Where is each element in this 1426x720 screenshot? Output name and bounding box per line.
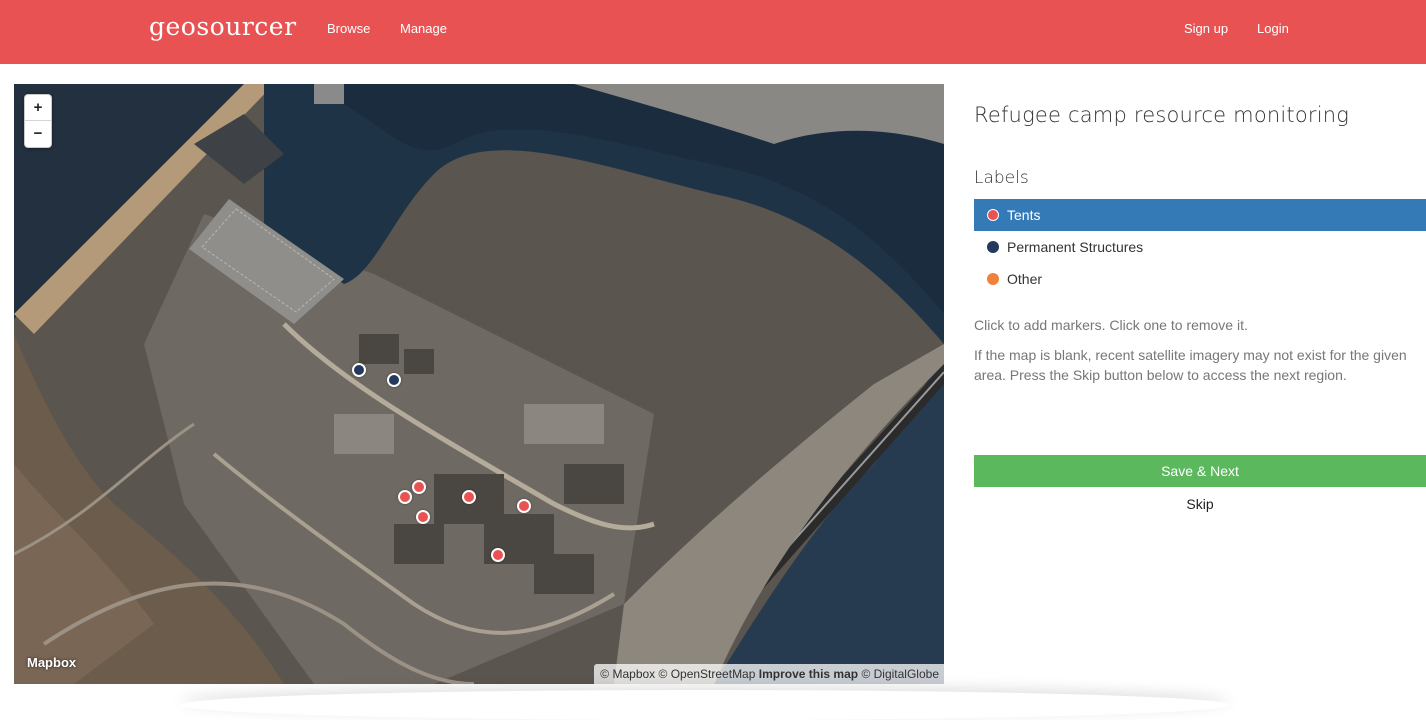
tent-marker[interactable] [412, 480, 426, 494]
tent-marker[interactable] [398, 490, 412, 504]
satellite-map[interactable]: + − Mapbox © Mapbox © OpenStreetMap Impr… [14, 84, 944, 684]
zoom-controls: + − [24, 94, 52, 148]
help-text-markers: Click to add markers. Click one to remov… [974, 317, 1248, 333]
top-navbar: geosourcer Browse Manage Sign up Login [0, 0, 1426, 64]
page-bottom-shadow [180, 690, 1230, 720]
label-option-permanent-structures[interactable]: Permanent Structures [974, 231, 1426, 263]
zoom-out-button[interactable]: − [25, 121, 51, 147]
labels-heading: Labels [974, 168, 1029, 188]
tents-color-dot [987, 209, 999, 221]
nav-login-link[interactable]: Login [1257, 21, 1289, 36]
zoom-in-button[interactable]: + [25, 95, 51, 121]
nav-signup-link[interactable]: Sign up [1184, 21, 1228, 36]
help-text-blank-map: If the map is blank, recent satellite im… [974, 347, 1407, 383]
skip-button[interactable]: Skip [974, 490, 1426, 518]
label-option-text: Permanent Structures [1007, 239, 1144, 255]
improve-map-link[interactable]: Improve this map [759, 667, 858, 681]
attribution-mapbox[interactable]: © Mapbox [600, 667, 655, 681]
label-option-tents[interactable]: Tents [974, 199, 1426, 231]
label-option-other[interactable]: Other [974, 263, 1426, 295]
nav-manage-link[interactable]: Manage [400, 21, 447, 36]
structure-marker[interactable] [387, 373, 401, 387]
nav-browse-link[interactable]: Browse [327, 21, 370, 36]
tent-marker[interactable] [462, 490, 476, 504]
attribution-osm[interactable]: © OpenStreetMap [659, 667, 756, 681]
label-option-text: Other [1007, 271, 1043, 287]
tent-marker[interactable] [517, 499, 531, 513]
page-title: Refugee camp resource monitoring [974, 103, 1350, 127]
mapbox-logo[interactable]: Mapbox [27, 655, 76, 670]
tent-marker[interactable] [416, 510, 430, 524]
other-color-dot [987, 273, 999, 285]
attribution-digitalglobe[interactable]: © DigitalGlobe [861, 667, 939, 681]
label-option-text: Tents [1007, 207, 1041, 223]
tent-marker[interactable] [491, 548, 505, 562]
satellite-imagery [14, 84, 944, 684]
structure-marker[interactable] [352, 363, 366, 377]
save-next-button[interactable]: Save & Next [974, 455, 1426, 487]
map-attribution: © Mapbox © OpenStreetMap Improve this ma… [594, 664, 944, 684]
label-list: Tents Permanent Structures Other [974, 199, 1426, 295]
brand-logo[interactable]: geosourcer [149, 12, 297, 41]
structures-color-dot [987, 241, 999, 253]
